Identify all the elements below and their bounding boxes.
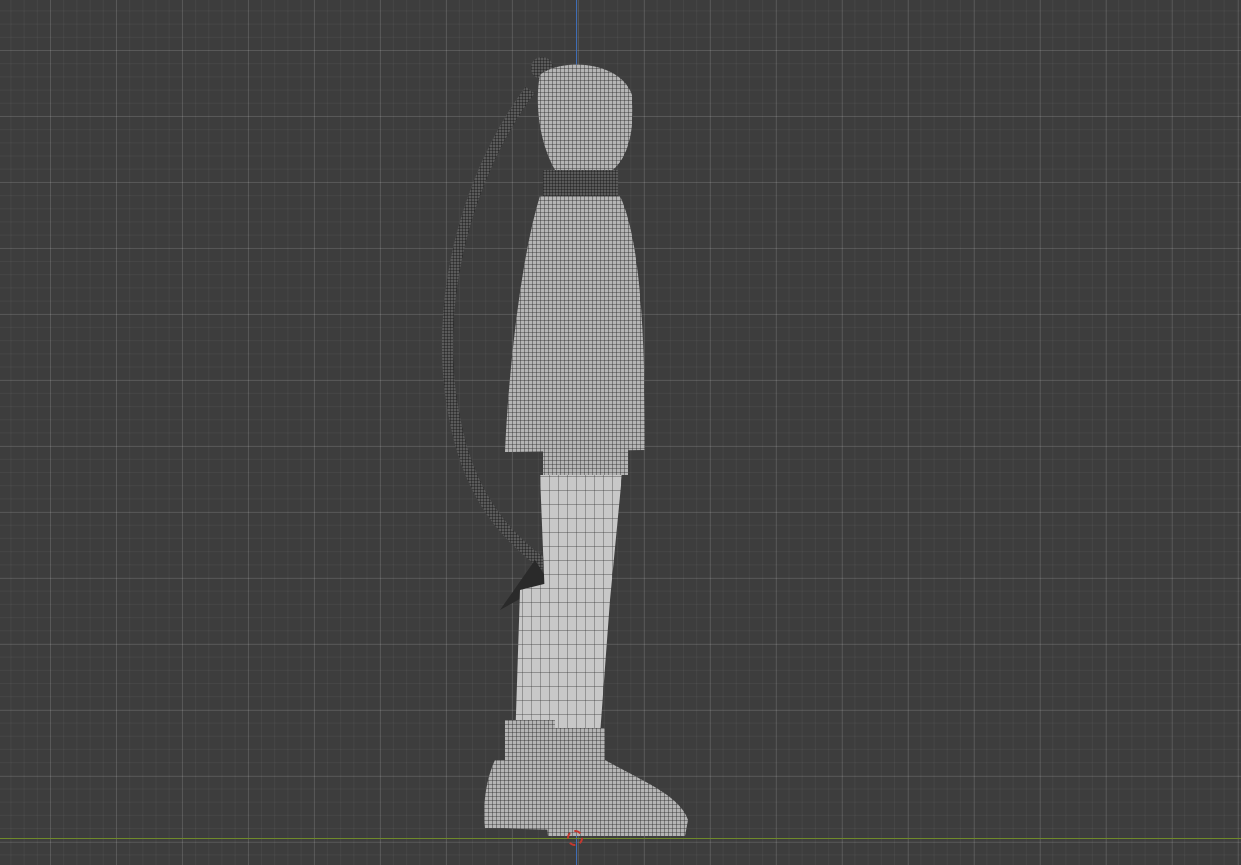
front-leg-mesh (540, 475, 622, 735)
head-mesh (537, 64, 633, 172)
sweater-mesh (505, 196, 645, 452)
3d-cursor-icon[interactable] (567, 830, 583, 846)
wireframe-character-model[interactable] (0, 0, 1241, 865)
collar-mesh (543, 170, 618, 198)
3d-viewport[interactable] (0, 0, 1241, 865)
front-shoe-mesh (546, 760, 688, 836)
